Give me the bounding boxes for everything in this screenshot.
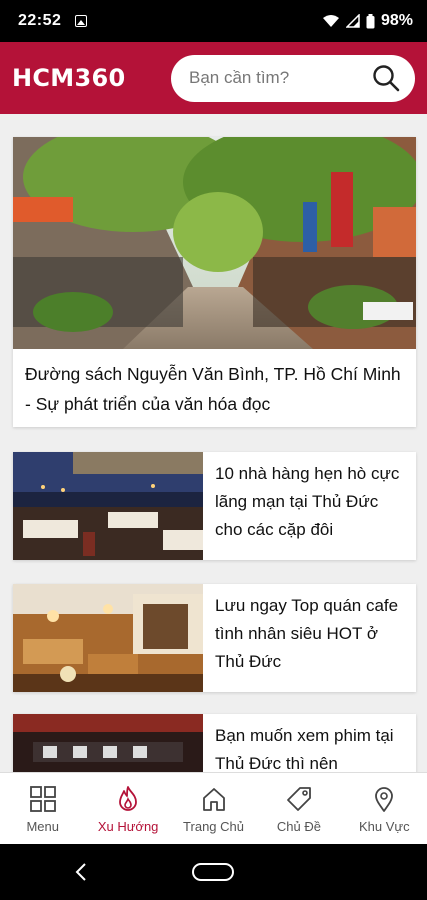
system-navigation-bar: [0, 844, 427, 900]
article-image[interactable]: [13, 584, 203, 692]
article-title[interactable]: Lưu ngay Top quán cafe tình nhân siêu HO…: [203, 584, 416, 692]
article-image[interactable]: [13, 714, 203, 772]
nav-item-menu[interactable]: Menu: [0, 773, 85, 844]
nav-item-home[interactable]: Trang Chủ: [171, 773, 256, 844]
nav-item-topics[interactable]: Chủ Đề: [256, 773, 341, 844]
app-logo[interactable]: HCM360: [12, 64, 125, 92]
search-input[interactable]: [189, 68, 359, 88]
image-notification-icon: [75, 15, 88, 27]
search-icon: [373, 65, 400, 92]
battery-level: 98%: [380, 12, 413, 29]
article-title[interactable]: 10 nhà hàng hẹn hò cực lãng mạn tại Thủ …: [203, 452, 416, 560]
nav-label: Trang Chủ: [183, 819, 244, 834]
featured-article-card[interactable]: Đường sách Nguyễn Văn Bình, TP. Hồ Chí M…: [13, 137, 416, 427]
battery-icon: [366, 13, 375, 28]
back-icon[interactable]: [74, 862, 88, 882]
article-card[interactable]: 10 nhà hàng hẹn hò cực lãng mạn tại Thủ …: [13, 452, 416, 560]
wifi-icon: [322, 15, 339, 27]
status-time: 22:52: [18, 12, 62, 29]
nav-label: Khu Vực: [359, 819, 410, 834]
article-image[interactable]: [13, 452, 203, 560]
nav-label: Xu Hướng: [97, 819, 159, 834]
tag-icon: [287, 787, 311, 811]
search-button[interactable]: [371, 63, 401, 93]
nav-label: Menu: [26, 819, 59, 834]
status-bar: 22:52 98%: [0, 0, 427, 42]
featured-article-image[interactable]: [13, 137, 416, 349]
nav-item-region[interactable]: Khu Vực: [342, 773, 427, 844]
nav-item-trending[interactable]: Xu Hướng: [85, 773, 170, 844]
flame-icon: [119, 786, 138, 811]
grid-icon: [29, 786, 56, 812]
bottom-navigation: Menu Xu Hướng Trang Chủ Chủ Đề Khu Vực: [0, 772, 427, 844]
article-feed[interactable]: Đường sách Nguyễn Văn Bình, TP. Hồ Chí M…: [0, 114, 427, 772]
article-card[interactable]: Lưu ngay Top quán cafe tình nhân siêu HO…: [13, 584, 416, 692]
location-pin-icon: [375, 787, 394, 812]
article-title[interactable]: Bạn muốn xem phim tại Thủ Đức thì nên: [203, 714, 416, 772]
home-icon: [202, 788, 225, 811]
home-pill-button[interactable]: [192, 863, 234, 881]
featured-article-title[interactable]: Đường sách Nguyễn Văn Bình, TP. Hồ Chí M…: [13, 349, 416, 429]
app-bar: HCM360: [0, 42, 427, 114]
article-card[interactable]: Bạn muốn xem phim tại Thủ Đức thì nên: [13, 714, 416, 772]
nav-label: Chủ Đề: [276, 819, 321, 834]
search-box[interactable]: [171, 54, 415, 102]
signal-icon: [345, 14, 360, 28]
